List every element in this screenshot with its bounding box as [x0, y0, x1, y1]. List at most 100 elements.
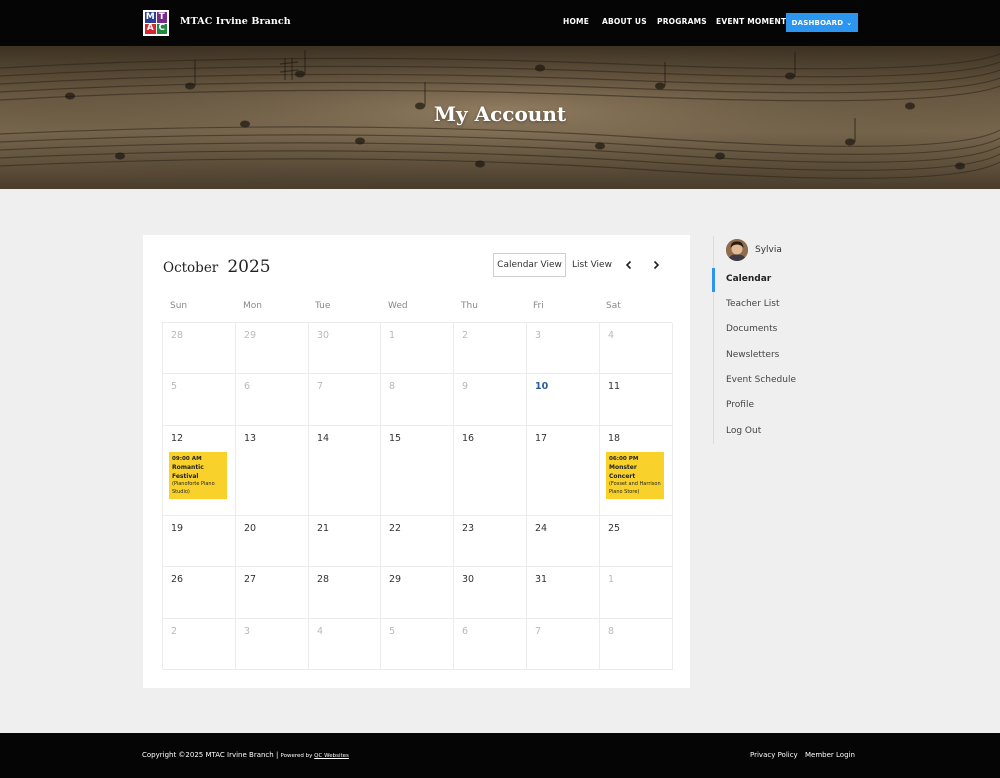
calendar-day-cell[interactable]: 16 — [454, 426, 527, 516]
calendar-day-cell[interactable]: 8 — [600, 619, 673, 670]
calendar-day-cell[interactable]: 30 — [309, 323, 381, 374]
calendar-day-cell[interactable]: 4 — [309, 619, 381, 670]
calendar-day-cell[interactable]: 12 09:00 AM Romantic Festival (Pianoforte P… — [163, 426, 236, 516]
brand-name[interactable]: MTAC Irvine Branch — [180, 16, 291, 27]
day-number: 8 — [389, 381, 396, 392]
page-title: My Account — [433, 102, 567, 126]
day-number: 14 — [317, 433, 330, 444]
day-number: 4 — [317, 626, 324, 637]
copyright-label: Copyright ©2025 MTAC Irvine Branch — [142, 751, 274, 759]
nav-home[interactable]: HOME — [563, 17, 589, 26]
sidebar-item-newsletters[interactable]: Newsletters — [726, 350, 779, 360]
day-number: 28 — [171, 330, 184, 341]
event-name: Romantic Festival — [172, 464, 204, 481]
calendar-view-button[interactable]: Calendar View — [493, 253, 566, 277]
user-avatar[interactable] — [726, 239, 748, 261]
sidebar-item-teacher-list[interactable]: Teacher List — [726, 299, 780, 309]
calendar-day-cell[interactable]: 6 — [236, 374, 309, 426]
day-number: 6 — [462, 626, 469, 637]
event-time: 09:00 AM — [172, 456, 202, 462]
day-number: 3 — [244, 626, 251, 637]
day-number: 19 — [171, 523, 184, 534]
calendar-day-cell[interactable]: 28 — [309, 567, 381, 619]
calendar-day-cell[interactable]: 10 — [527, 374, 600, 426]
sidebar-item-calendar[interactable]: Calendar — [726, 274, 771, 284]
sidebar-item-event-schedule[interactable]: Event Schedule — [726, 375, 796, 385]
calendar-day-cell[interactable]: 28 — [163, 323, 236, 374]
calendar-day-cell[interactable]: 18 06:00 PM Monster Concert (Fosset and Har… — [600, 426, 673, 516]
chevron-left-icon — [625, 260, 632, 270]
member-login-link[interactable]: Member Login — [805, 751, 855, 759]
list-view-button[interactable]: List View — [572, 253, 612, 277]
sidebar-item-documents[interactable]: Documents — [726, 324, 777, 334]
day-number: 16 — [462, 433, 475, 444]
calendar-day-cell[interactable]: 26 — [163, 567, 236, 619]
day-of-week-fri: Fri — [533, 301, 544, 311]
privacy-policy-link[interactable]: Privacy Policy — [750, 751, 798, 759]
calendar-day-cell[interactable]: 9 — [454, 374, 527, 426]
sidebar-item-profile[interactable]: Profile — [726, 400, 754, 410]
next-month-button[interactable] — [648, 257, 664, 273]
calendar-day-cell[interactable]: 1 — [600, 567, 673, 619]
calendar-day-cell[interactable]: 21 — [309, 516, 381, 567]
calendar-day-cell[interactable]: 23 — [454, 516, 527, 567]
nav-programs[interactable]: PROGRAMS — [657, 17, 707, 26]
nav-event-moments[interactable]: EVENT MOMENTS — [716, 17, 792, 26]
calendar-day-cell[interactable]: 22 — [381, 516, 454, 567]
calendar-year: 2025 — [227, 257, 271, 277]
calendar-day-cell[interactable]: 24 — [527, 516, 600, 567]
calendar-day-cell[interactable]: 17 — [527, 426, 600, 516]
calendar-day-cell[interactable]: 3 — [236, 619, 309, 670]
calendar-day-cell[interactable]: 31 — [527, 567, 600, 619]
dashboard-button[interactable]: DASHBOARD ⌄ — [786, 13, 858, 32]
calendar-day-cell[interactable]: 15 — [381, 426, 454, 516]
calendar-day-cell[interactable]: 4 — [600, 323, 673, 374]
qc-websites-link[interactable]: QC Websites — [314, 753, 349, 759]
calendar-day-cell[interactable]: 11 — [600, 374, 673, 426]
day-number: 1 — [608, 574, 615, 585]
calendar-day-cell[interactable]: 2 — [163, 619, 236, 670]
avatar-image — [726, 239, 748, 261]
event-location: (Pianoforte Piano Studio) — [172, 481, 215, 495]
calendar-day-cell[interactable]: 1 — [381, 323, 454, 374]
calendar-day-cell[interactable]: 5 — [381, 619, 454, 670]
today-day-number: 10 — [535, 381, 549, 392]
calendar-day-cell[interactable]: 27 — [236, 567, 309, 619]
day-number: 22 — [389, 523, 402, 534]
calendar-day-cell[interactable]: 6 — [454, 619, 527, 670]
logo-letter-c: C — [156, 23, 167, 34]
day-number: 20 — [244, 523, 257, 534]
calendar-day-cell[interactable]: 13 — [236, 426, 309, 516]
day-number: 2 — [171, 626, 178, 637]
calendar-day-cell[interactable]: 8 — [381, 374, 454, 426]
day-number: 15 — [389, 433, 402, 444]
calendar-day-cell[interactable]: 14 — [309, 426, 381, 516]
nav-about-us[interactable]: ABOUT US — [602, 17, 647, 26]
day-of-week-tue: Tue — [315, 301, 331, 311]
day-of-week-sat: Sat — [606, 301, 621, 311]
previous-month-button[interactable] — [621, 257, 637, 273]
calendar-title: October 2025 — [163, 257, 271, 277]
calendar-day-cell[interactable]: 30 — [454, 567, 527, 619]
calendar-day-cell[interactable]: 3 — [527, 323, 600, 374]
dashboard-label: DASHBOARD — [791, 18, 844, 27]
day-number: 26 — [171, 574, 184, 585]
mtac-logo[interactable]: M T A C — [143, 10, 169, 36]
top-nav-bar: M T A C MTAC Irvine Branch HOME ABOUT US… — [0, 0, 1000, 46]
calendar-month: October — [163, 260, 219, 276]
sidebar-item-log-out[interactable]: Log Out — [726, 426, 761, 436]
day-number: 12 — [171, 433, 184, 444]
calendar-event[interactable]: 09:00 AM Romantic Festival (Pianoforte Pia… — [169, 452, 227, 500]
calendar-day-cell[interactable]: 19 — [163, 516, 236, 567]
calendar-day-cell[interactable]: 20 — [236, 516, 309, 567]
calendar-day-cell[interactable]: 5 — [163, 374, 236, 426]
calendar-day-cell[interactable]: 29 — [381, 567, 454, 619]
calendar-day-cell[interactable]: 7 — [527, 619, 600, 670]
calendar-event[interactable]: 06:00 PM Monster Concert (Fosset and Harri… — [606, 452, 664, 500]
calendar-day-cell[interactable]: 29 — [236, 323, 309, 374]
calendar-day-cell[interactable]: 7 — [309, 374, 381, 426]
calendar-day-cell[interactable]: 25 — [600, 516, 673, 567]
user-name[interactable]: Sylvia — [755, 245, 782, 255]
calendar-day-cell[interactable]: 2 — [454, 323, 527, 374]
day-number: 8 — [608, 626, 615, 637]
